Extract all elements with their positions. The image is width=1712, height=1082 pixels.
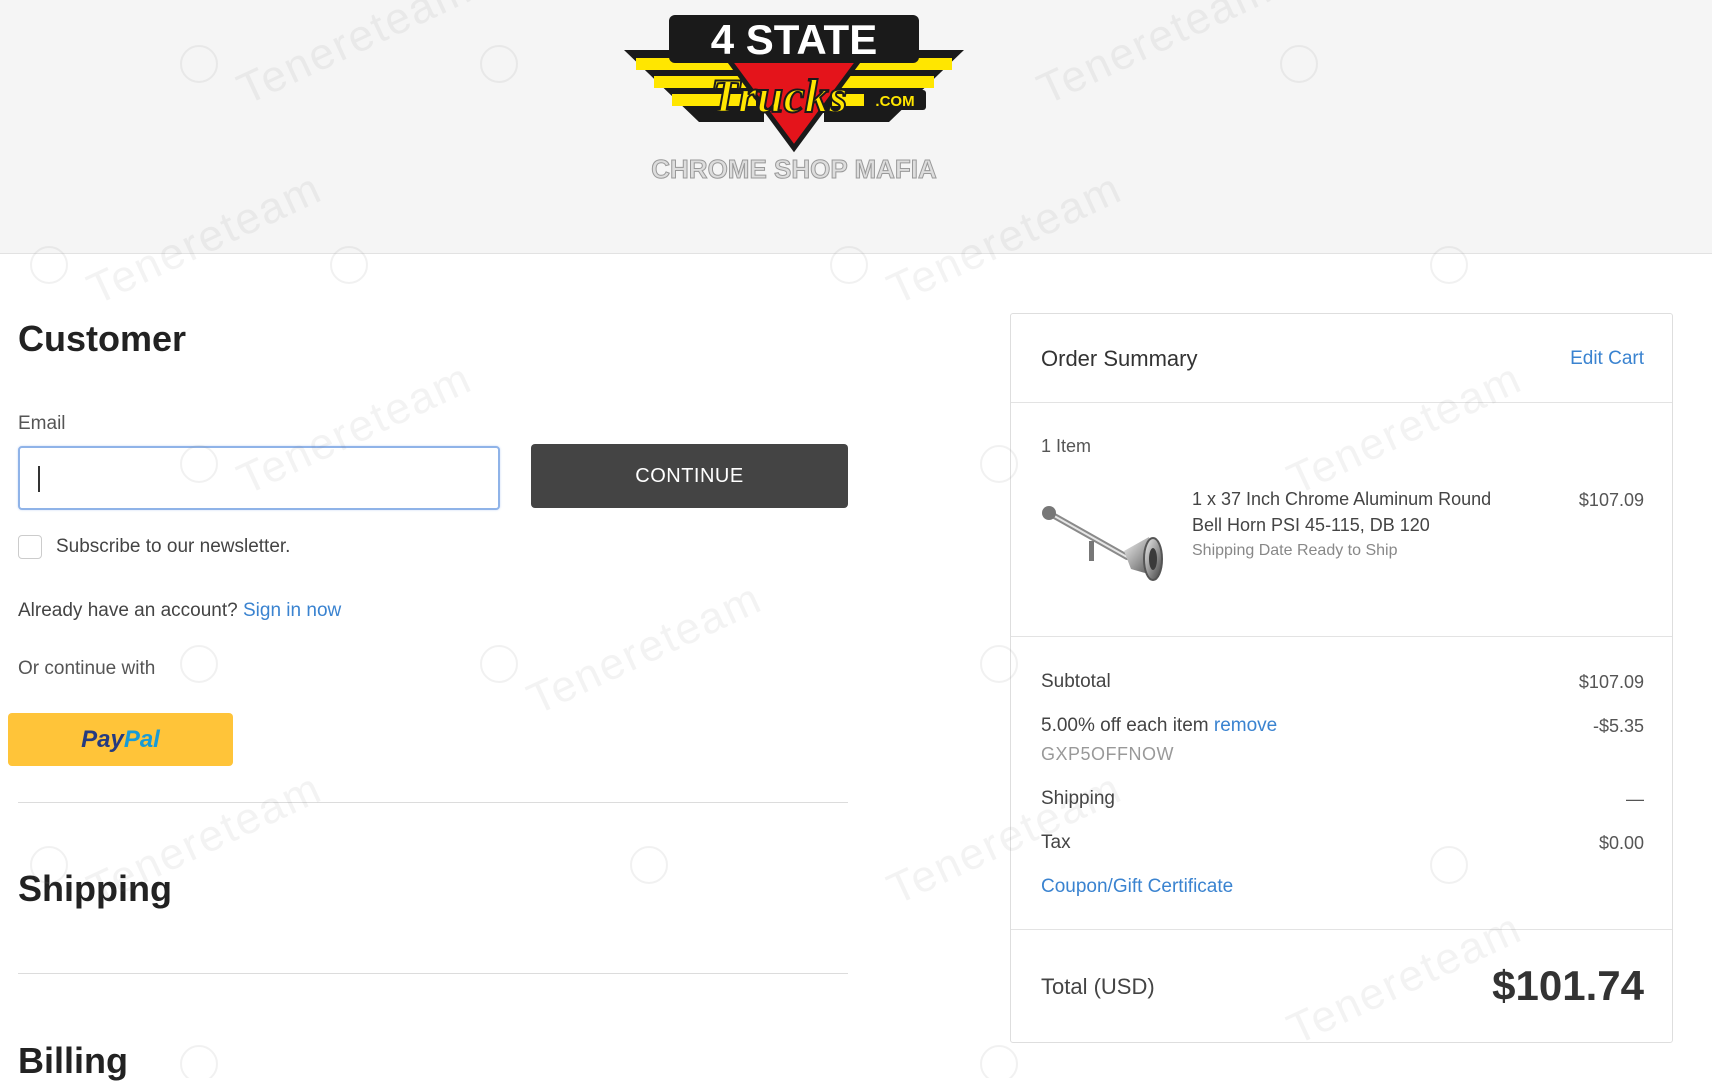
- watermark-seal-icon: [180, 645, 218, 683]
- account-prompt: Already have an account?: [18, 600, 238, 621]
- newsletter-option[interactable]: Subscribe to our newsletter.: [18, 535, 290, 559]
- summary-divider: [1011, 402, 1672, 403]
- paypal-logo-part2: Pal: [123, 725, 160, 753]
- shipping-section-title: Shipping: [18, 868, 172, 909]
- sign-in-link[interactable]: Sign in now: [243, 600, 341, 621]
- coupon-code: GXP5OFFNOW: [1041, 744, 1175, 764]
- newsletter-label: Subscribe to our newsletter.: [56, 536, 291, 557]
- customer-section-title: Customer: [18, 318, 187, 359]
- total-value: $101.74: [1492, 962, 1644, 1009]
- store-logo[interactable]: 4 STATE Trucks .COM CHROME SHOP MAFIA: [614, 10, 974, 190]
- logo-brand-suffix: .COM: [875, 93, 914, 110]
- logo-brand-top: 4 STATE: [711, 16, 877, 63]
- watermark-seal-icon: [180, 1045, 218, 1078]
- total-label: Total (USD): [1041, 974, 1155, 999]
- discount-remove-link[interactable]: remove: [1214, 715, 1277, 736]
- continue-button[interactable]: CONTINUE: [531, 444, 848, 508]
- discount-label: 5.00% off each item: [1041, 715, 1209, 736]
- product-price: $107.09: [1578, 490, 1644, 510]
- section-divider: [18, 802, 848, 803]
- edit-cart-link[interactable]: Edit Cart: [1570, 348, 1644, 370]
- product-thumbnail: [1042, 506, 1163, 581]
- billing-section-title: Billing: [18, 1040, 128, 1081]
- coupon-gift-certificate-link[interactable]: Coupon/Gift Certificate: [1041, 876, 1233, 898]
- or-continue-label: Or continue with: [18, 658, 156, 679]
- product-shipping-note: Shipping Date Ready to Ship: [1192, 542, 1398, 559]
- site-header: 4 STATE Trucks .COM CHROME SHOP MAFIA: [0, 0, 1712, 254]
- tax-label: Tax: [1041, 832, 1071, 853]
- tax-value: $0.00: [1598, 833, 1644, 853]
- summary-divider: [1011, 636, 1672, 637]
- text-cursor: [38, 466, 40, 492]
- paypal-logo-part1: Pay: [81, 725, 124, 753]
- product-name[interactable]: 1 x 37 Inch Chrome Aluminum Round Bell H…: [1192, 486, 1492, 538]
- email-input[interactable]: [18, 446, 500, 510]
- email-label: Email: [18, 413, 66, 434]
- discount-line: 5.00% off each item remove: [1041, 715, 1277, 737]
- subtotal-label: Subtotal: [1041, 671, 1111, 692]
- section-divider: [18, 973, 848, 974]
- watermark-seal-icon: [480, 645, 518, 683]
- newsletter-checkbox[interactable]: [18, 535, 42, 559]
- subtotal-value: $107.09: [1578, 672, 1644, 692]
- summary-divider: [1011, 929, 1672, 930]
- order-summary-title: Order Summary: [1041, 346, 1198, 371]
- discount-value: -$5.35: [1592, 716, 1644, 736]
- order-summary-panel: Order Summary Edit Cart 1 Item 1 x 37 In…: [1010, 313, 1673, 1043]
- item-count: 1 Item: [1041, 436, 1092, 456]
- watermark-seal-icon: [980, 1045, 1018, 1078]
- paypal-button[interactable]: PayPal: [8, 713, 233, 766]
- account-prompt-line: Already have an account? Sign in now: [18, 600, 341, 622]
- logo-tagline: CHROME SHOP MAFIA: [651, 154, 937, 184]
- shipping-label: Shipping: [1041, 788, 1115, 809]
- watermark-seal-icon: [630, 846, 668, 884]
- shipping-value: —: [1626, 789, 1644, 809]
- logo-brand-script: Trucks: [711, 70, 848, 123]
- watermark-text: Tenereteam: [520, 573, 770, 725]
